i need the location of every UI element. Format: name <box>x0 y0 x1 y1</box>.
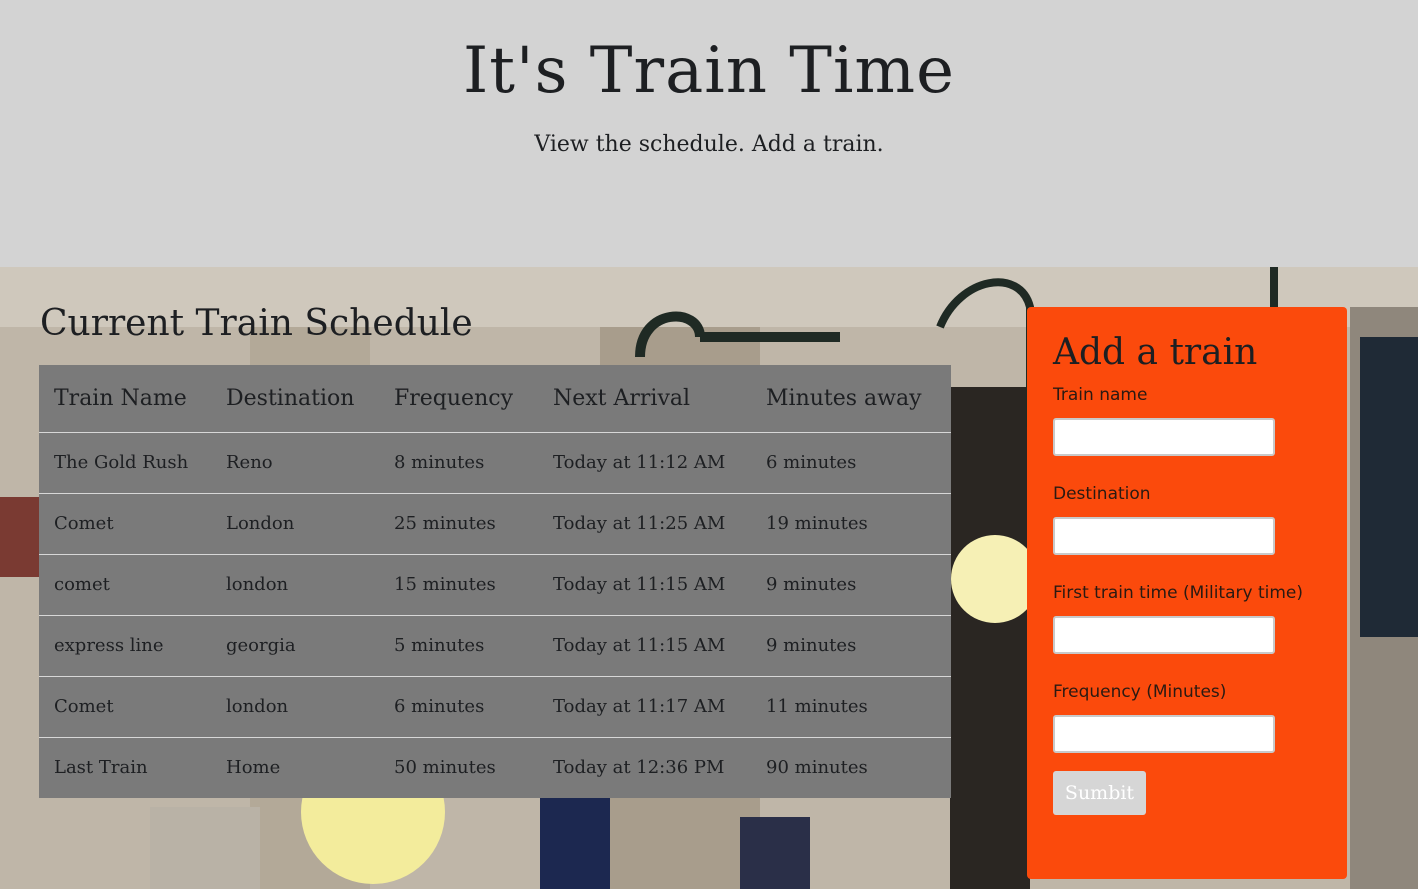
table-row: Comet London 25 minutes Today at 11:25 A… <box>39 492 951 554</box>
cell-minutes-away: 19 minutes <box>751 492 951 554</box>
site-subtitle: View the schedule. Add a train. <box>534 132 884 157</box>
destination-label: Destination <box>1053 484 1151 504</box>
cell-frequency: 50 minutes <box>379 736 538 798</box>
train-name-label: Train name <box>1053 385 1148 405</box>
cell-train-name: The Gold Rush <box>54 452 189 473</box>
first-train-time-input[interactable] <box>1053 616 1275 654</box>
table-row: comet london 15 minutes Today at 11:15 A… <box>39 553 951 615</box>
table-row: express line georgia 5 minutes Today at … <box>39 614 951 676</box>
destination-input[interactable] <box>1053 517 1275 555</box>
table-row: Comet london 6 minutes Today at 11:17 AM… <box>39 675 951 737</box>
cell-train-name: Last Train <box>39 736 211 798</box>
column-header-destination: Destination <box>211 365 379 433</box>
cell-frequency: 25 minutes <box>379 492 538 554</box>
cell-frequency: 8 minutes <box>394 452 485 473</box>
cell-next-arrival: Today at 11:17 AM <box>538 675 751 737</box>
column-header-frequency: Frequency <box>379 365 538 433</box>
train-name-input[interactable] <box>1053 418 1275 456</box>
schedule-heading: Current Train Schedule <box>40 303 473 344</box>
cell-destination: london <box>211 675 379 737</box>
cell-next-arrival: Today at 12:36 PM <box>538 736 751 798</box>
table-row: The Gold Rush Reno 8 minutes Today at 11… <box>39 432 951 493</box>
cell-next-arrival: Today at 11:25 AM <box>538 492 751 554</box>
table-header-row: Train Name Destination Frequency Next Ar… <box>39 365 951 433</box>
cell-destination: London <box>211 492 379 554</box>
cell-minutes-away: 6 minutes <box>766 452 857 473</box>
cell-destination: georgia <box>211 614 379 676</box>
cell-next-arrival: Today at 11:15 AM <box>538 553 751 615</box>
cell-destination: london <box>211 553 379 615</box>
column-header-next-arrival: Next Arrival <box>538 365 751 433</box>
column-header-minutes-away: Minutes away <box>751 365 951 433</box>
site-title: It's Train Time <box>463 34 955 108</box>
cell-destination: Reno <box>226 452 273 473</box>
cell-next-arrival: Today at 11:15 AM <box>538 614 751 676</box>
cell-next-arrival: Today at 11:12 AM <box>553 452 726 473</box>
jumbotron-header: It's Train Time View the schedule. Add a… <box>0 0 1418 267</box>
first-train-time-label: First train time (Military time) <box>1053 583 1304 603</box>
cell-frequency: 15 minutes <box>379 553 538 615</box>
cell-frequency: 5 minutes <box>379 614 538 676</box>
cell-minutes-away: 9 minutes <box>751 614 951 676</box>
cell-train-name: express line <box>39 614 211 676</box>
add-train-form: Add a train Train name Destination First… <box>1027 307 1347 879</box>
cell-train-name: Comet <box>39 675 211 737</box>
frequency-label: Frequency (Minutes) <box>1053 682 1227 702</box>
cell-train-name: Comet <box>39 492 211 554</box>
frequency-input[interactable] <box>1053 715 1275 753</box>
submit-button[interactable]: Sumbit <box>1053 771 1146 815</box>
cell-minutes-away: 11 minutes <box>751 675 951 737</box>
form-title: Add a train <box>1053 332 1258 373</box>
table-row: Last Train Home 50 minutes Today at 12:3… <box>39 736 951 798</box>
cell-train-name: comet <box>39 553 211 615</box>
cell-minutes-away: 9 minutes <box>751 553 951 615</box>
cell-minutes-away: 90 minutes <box>751 736 951 798</box>
schedule-table: Train Name Destination Frequency Next Ar… <box>39 365 951 798</box>
column-header-train-name: Train Name <box>39 365 211 433</box>
cell-destination: Home <box>211 736 379 798</box>
cell-frequency: 6 minutes <box>379 675 538 737</box>
